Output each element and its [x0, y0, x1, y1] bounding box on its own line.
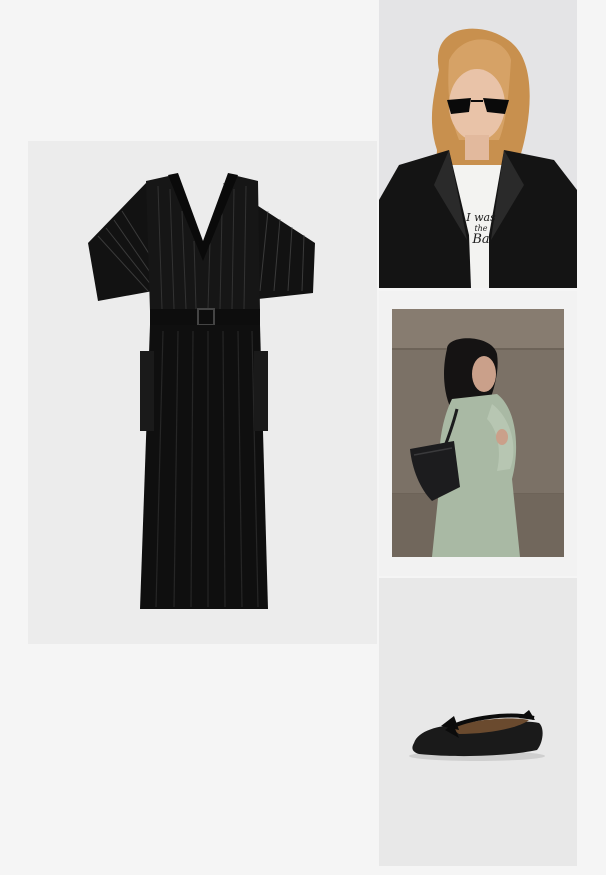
- tee-print-line-3: Ba: [472, 232, 490, 247]
- dress-product-tile[interactable]: black-pleated-midi-dress: [28, 141, 377, 644]
- tee-print-line-1: I was: [466, 211, 496, 224]
- green-coat-model-image: [392, 309, 564, 557]
- leather-jacket-look-tile[interactable]: model-leather-jacket-sunglasses I was th…: [379, 0, 577, 288]
- tee-print: I was the Ba: [456, 211, 506, 247]
- dress-image: [28, 141, 377, 644]
- ballet-flat-product-tile[interactable]: black-leather-ballet-flat: [379, 578, 577, 866]
- shoulder-bag-look-tile[interactable]: model-green-coat-shoulder-bag: [392, 309, 564, 557]
- ballet-flat-image: [379, 578, 577, 866]
